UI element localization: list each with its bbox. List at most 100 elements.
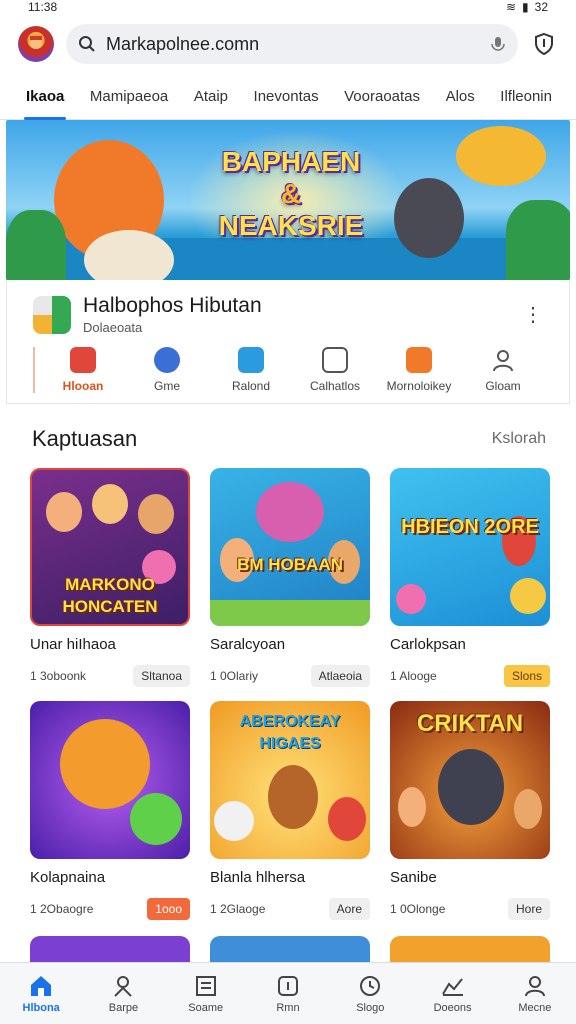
tab-2[interactable]: Mamipaeoa bbox=[90, 74, 168, 120]
category-icon bbox=[70, 347, 96, 373]
hero-banner[interactable]: BAPHAEN & NEAKSRIE bbox=[6, 120, 570, 280]
pig-character bbox=[328, 797, 366, 841]
game-name: Unar hiIhaoa bbox=[30, 636, 116, 653]
tab-7[interactable]: Ilfleonin bbox=[500, 74, 552, 120]
game-badge[interactable]: Hore bbox=[507, 898, 550, 920]
game-name: Carlokpsan bbox=[390, 636, 466, 653]
avatar[interactable] bbox=[18, 26, 54, 62]
nav-label: Hlbona bbox=[22, 1001, 60, 1014]
status-bar: 11:38 ≋ ▮ 32 bbox=[0, 0, 576, 14]
banner-title-amp: & bbox=[280, 178, 302, 209]
app-subtitle: Dolaeoata bbox=[83, 320, 143, 335]
game-meta: 1 2Glaoge Aore bbox=[210, 898, 370, 920]
clock-icon bbox=[360, 975, 381, 996]
tab-3[interactable]: Ataip bbox=[194, 74, 228, 120]
cat-character bbox=[214, 801, 254, 841]
game-name: Sanibe bbox=[390, 869, 437, 886]
balloon bbox=[510, 578, 546, 614]
quick-categories: Hlooan Gme Ralond Calhatlos Mornoloikey … bbox=[33, 347, 543, 393]
person-icon bbox=[493, 350, 513, 372]
game-badge[interactable]: Sltanoa bbox=[133, 665, 190, 687]
section-title: Kaptuasan bbox=[32, 426, 138, 451]
game-meta: 1 3oboonk Sltanoa bbox=[30, 665, 190, 687]
banner-palm bbox=[506, 200, 570, 280]
app-logo bbox=[33, 295, 71, 334]
game-thumb-title: CRIKTAN bbox=[416, 710, 524, 737]
home-icon bbox=[31, 975, 52, 996]
game-thumb-title: MARKONO HONCATEN bbox=[62, 575, 158, 616]
status-time: 11:38 bbox=[28, 0, 58, 14]
shield-badge-icon bbox=[238, 347, 264, 373]
game-thumbnail: HBIEON 2ORE bbox=[390, 468, 550, 626]
cowboy-character bbox=[268, 765, 318, 829]
game-badge[interactable]: 1ooo bbox=[147, 898, 190, 920]
quick-item-label: Gloam bbox=[485, 379, 521, 393]
character-icon bbox=[30, 36, 42, 49]
status-right: ≋ ▮ 32 bbox=[506, 0, 548, 14]
game-badge[interactable]: Aore bbox=[328, 898, 370, 920]
game-thumbnail: BM HOBAAN bbox=[210, 468, 370, 626]
game-card[interactable]: CRIKTAN Sanibe 1 0Olonge Hore bbox=[390, 701, 550, 920]
mic-icon[interactable] bbox=[490, 35, 506, 53]
search-bar[interactable]: Markapolnee.comn bbox=[66, 24, 518, 64]
bottom-navigation: Hlbona Barpe Soame Rmn Slogo Doeons Mecn… bbox=[0, 962, 576, 1024]
quick-item-4[interactable]: Calhatlos bbox=[295, 347, 375, 393]
profile-icon bbox=[524, 975, 545, 996]
search-input[interactable]: Markapolnee.comn bbox=[106, 34, 480, 55]
nav-doeons[interactable]: Doeons bbox=[413, 974, 493, 1014]
category-tabs: Ikaoa Mamipaeoa Ataip Inevontas Vooraoat… bbox=[0, 74, 576, 120]
game-card[interactable]: ABEROKEAY HIGAES Blanla hlhersa 1 2Glaog… bbox=[210, 701, 370, 920]
see-more-link[interactable]: Kslorah bbox=[492, 430, 546, 448]
nav-home[interactable]: Hlbona bbox=[1, 974, 81, 1014]
nav-slogo[interactable]: Slogo bbox=[330, 974, 410, 1014]
quick-item-label: Mornoloikey bbox=[386, 379, 452, 393]
game-thumb-title: BM HOBAAN bbox=[237, 555, 343, 574]
tab-6[interactable]: Alos bbox=[446, 74, 475, 120]
banner-robot-character bbox=[394, 178, 464, 258]
banner-title-line1: BAPHAEN bbox=[221, 146, 361, 177]
kid-character bbox=[92, 484, 128, 524]
game-name: Blanla hlhersa bbox=[210, 869, 306, 886]
nav-soame[interactable]: Soame bbox=[166, 974, 246, 1014]
game-meta: 1 Alooge Slons bbox=[390, 665, 550, 687]
tab-5[interactable]: Vooraoatas bbox=[344, 74, 420, 120]
quick-item-label: Calhatlos bbox=[309, 379, 361, 393]
game-name: Saralcyoan bbox=[210, 636, 286, 653]
app-text: Halbophos Hibutan Dolaeoata bbox=[83, 294, 262, 335]
tab-4[interactable]: Inevontas bbox=[254, 74, 319, 120]
kid-character bbox=[46, 492, 82, 532]
shield-icon[interactable] bbox=[530, 30, 558, 58]
nav-rmn[interactable]: Rmn bbox=[248, 974, 328, 1014]
quick-item-2[interactable]: Gme bbox=[127, 347, 207, 393]
quick-item-3[interactable]: Ralond bbox=[211, 347, 291, 393]
game-thumbnail: CRIKTAN bbox=[390, 701, 550, 859]
game-meta: 1 0Olonge Hore bbox=[390, 898, 550, 920]
quick-item-5[interactable]: Mornoloikey bbox=[379, 347, 459, 393]
game-card[interactable]: HBIEON 2ORE Carlokpsan 1 Alooge Slons bbox=[390, 468, 550, 687]
game-badge[interactable]: Slons bbox=[503, 665, 550, 687]
quick-item-1[interactable]: Hlooan bbox=[43, 347, 123, 393]
banner-balloon bbox=[456, 126, 546, 186]
nav-label: Mecne bbox=[518, 1001, 552, 1014]
signal-icon: ▮ bbox=[522, 0, 529, 14]
frog-character bbox=[130, 793, 182, 845]
game-size: 1 0Olonge bbox=[390, 902, 446, 916]
person-pin-icon bbox=[114, 975, 133, 997]
game-card[interactable]: MARKONO HONCATEN Unar hiIhaoa 1 3oboonk … bbox=[30, 468, 190, 687]
game-thumbnail bbox=[30, 701, 190, 859]
section-header: Kaptuasan Kslorah bbox=[0, 426, 576, 452]
game-card[interactable]: BM HOBAAN Saralcyoan 1 0Olariy Atlaeoia bbox=[210, 468, 370, 687]
banner-title-line2: NEAKSRIE bbox=[218, 210, 364, 241]
game-card[interactable]: Kolapnaina 1 2Obaogre 1ooo bbox=[30, 701, 190, 920]
grass bbox=[210, 600, 370, 626]
game-badge[interactable]: Atlaeoia bbox=[310, 665, 370, 687]
nav-barpe[interactable]: Barpe bbox=[83, 974, 163, 1014]
tab-home[interactable]: Ikaoa bbox=[23, 74, 67, 120]
kid-character bbox=[398, 787, 426, 827]
more-options-icon[interactable]: ⋮ bbox=[523, 302, 543, 327]
nav-mecne[interactable]: Mecne bbox=[495, 974, 575, 1014]
game-thumbnail: MARKONO HONCATEN bbox=[30, 468, 190, 626]
quick-item-6[interactable]: Gloam bbox=[463, 347, 543, 393]
game-size: 1 0Olariy bbox=[210, 669, 259, 683]
quick-item-label: Hlooan bbox=[62, 379, 104, 393]
